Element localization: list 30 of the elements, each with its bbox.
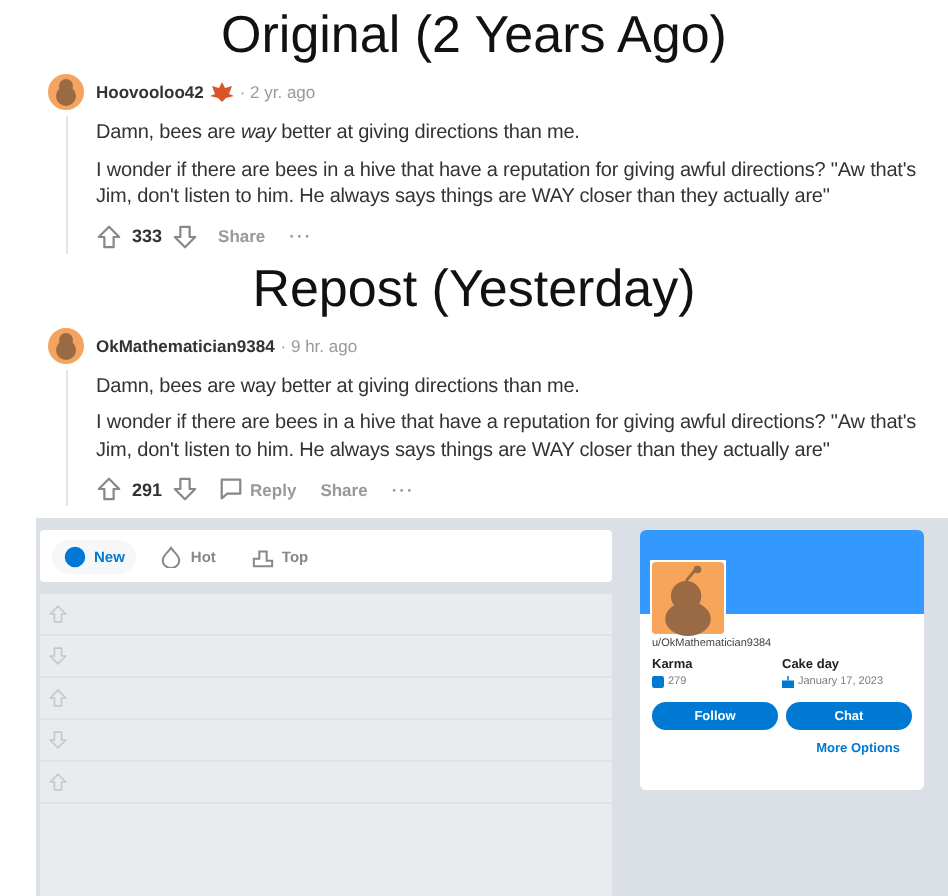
award-icon [209, 82, 234, 102]
timestamp: · 9 hr. ago [280, 335, 358, 355]
avatar-icon [48, 74, 84, 110]
more-button[interactable]: ··· [285, 226, 317, 246]
comment-text: I wonder if there are bees in a hive that have a reputation for giving awful directions? "Aw that's Jim, don't listen to him. He always says things are WAY closer than they actually are" [96, 157, 919, 211]
heading: Repost (Yesterday) [252, 257, 696, 319]
flame-icon [160, 545, 183, 567]
share-button[interactable]: Share [316, 479, 372, 499]
upvote-icon[interactable] [96, 476, 122, 502]
downvote-icon[interactable] [172, 223, 199, 249]
vote-count: 333 [132, 226, 163, 246]
karma-icon [652, 676, 664, 688]
comment-text: Damn, bees are way better at giving directions than me. [96, 120, 582, 147]
reply-button[interactable]: Reply [214, 476, 301, 502]
username[interactable]: Hoovooloo42 [96, 82, 204, 102]
comment-text: Damn, bees are way better at giving directions than me. [96, 373, 582, 400]
share-button[interactable]: Share [214, 226, 270, 246]
avatar-icon [48, 327, 84, 363]
cake-icon [782, 676, 794, 688]
username[interactable]: OkMathematician9384 [96, 335, 275, 355]
chat-bubble-icon [218, 476, 245, 502]
heading: Original (2 Years Ago) [221, 4, 727, 66]
more-button[interactable]: ··· [387, 479, 419, 499]
upvote-icon[interactable] [96, 223, 122, 249]
comment-text: I wonder if there are bees in a hive that have a reputation for giving awful directions? "Aw that's Jim, don't listen to him. He always says things are WAY closer than they actually are" [96, 410, 919, 464]
avatar-icon [650, 560, 726, 636]
downvote-icon[interactable] [172, 476, 199, 502]
vote-count: 291 [132, 479, 163, 499]
podium-icon [251, 545, 274, 567]
timestamp: · 2 yr. ago [239, 82, 316, 102]
